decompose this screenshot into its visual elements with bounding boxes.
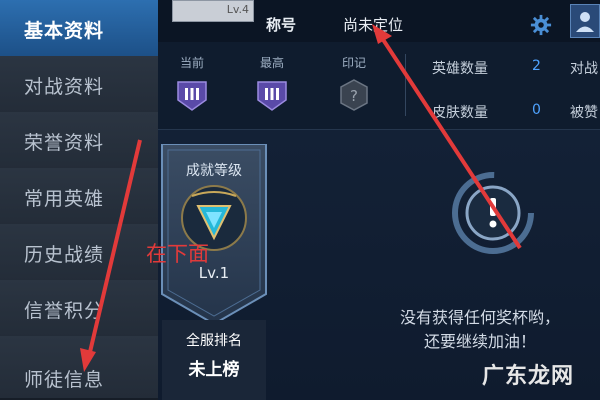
annotation-text: 在下面 — [146, 242, 209, 266]
watermark: 广东龙网 — [482, 364, 575, 389]
screen: 基本资料 对战资料 荣誉资料 常用英雄 历史战绩 信誉积分 师徒信息 Lv.4 … — [0, 0, 600, 400]
annotation-arrows — [80, 24, 522, 372]
